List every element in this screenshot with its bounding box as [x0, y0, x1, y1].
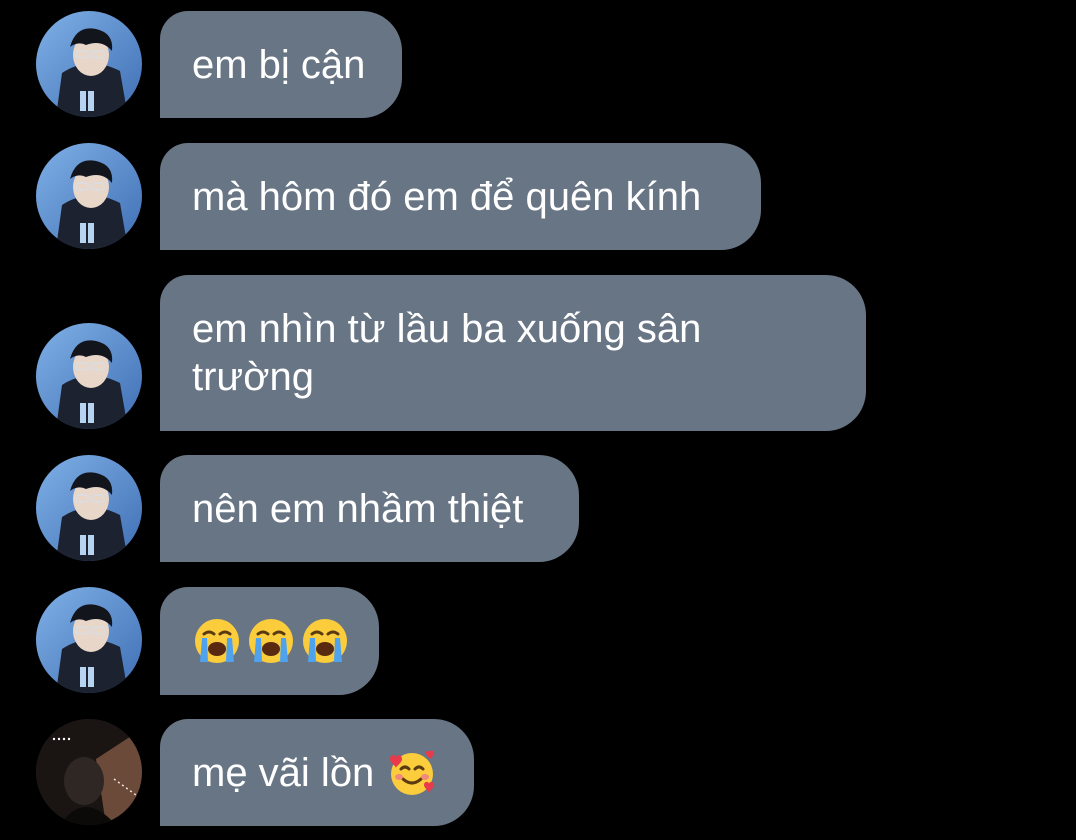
avatar[interactable] — [36, 719, 142, 825]
avatar[interactable] — [36, 587, 142, 693]
message-bubble[interactable]: mẹ vãi lồn — [160, 719, 474, 826]
avatar[interactable] — [36, 323, 142, 429]
avatar[interactable] — [36, 455, 142, 561]
loudly-crying-face-icon — [195, 619, 239, 663]
message-text: em nhìn từ lầu ba xuống sân trường — [192, 307, 702, 399]
message-text: mẹ vãi lồn — [192, 750, 375, 795]
message-text: nên em nhầm thiệt — [192, 486, 524, 531]
avatar[interactable] — [36, 143, 142, 249]
smiling-face-with-hearts-icon — [390, 750, 435, 795]
message-bubble[interactable]: em nhìn từ lầu ba xuống sân trường — [160, 275, 866, 431]
message-bubble[interactable]: mà hôm đó em để quên kính — [160, 143, 761, 250]
loudly-crying-face-icon — [249, 619, 293, 663]
message-text: mà hôm đó em để quên kính — [192, 174, 702, 219]
message-bubble[interactable]: em bị cận — [160, 11, 402, 118]
emoji-group — [192, 616, 350, 666]
message-text: em bị cận — [192, 42, 366, 87]
avatar[interactable] — [36, 11, 142, 117]
message-bubble[interactable]: nên em nhầm thiệt — [160, 455, 579, 562]
message-bubble[interactable] — [160, 587, 379, 695]
loudly-crying-face-icon — [303, 619, 347, 663]
